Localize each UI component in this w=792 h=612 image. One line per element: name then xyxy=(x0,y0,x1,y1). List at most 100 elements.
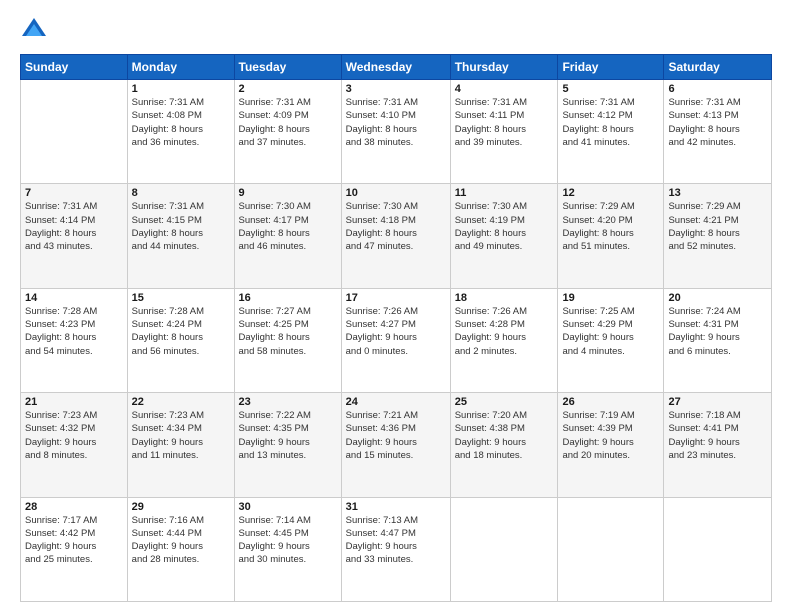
calendar-cell: 30Sunrise: 7:14 AM Sunset: 4:45 PM Dayli… xyxy=(234,497,341,601)
calendar-cell: 27Sunrise: 7:18 AM Sunset: 4:41 PM Dayli… xyxy=(664,393,772,497)
day-number: 24 xyxy=(346,396,446,408)
calendar-cell: 8Sunrise: 7:31 AM Sunset: 4:15 PM Daylig… xyxy=(127,184,234,288)
calendar-cell: 6Sunrise: 7:31 AM Sunset: 4:13 PM Daylig… xyxy=(664,80,772,184)
calendar-cell: 11Sunrise: 7:30 AM Sunset: 4:19 PM Dayli… xyxy=(450,184,558,288)
calendar-day-header: Tuesday xyxy=(234,55,341,80)
calendar-day-header: Friday xyxy=(558,55,664,80)
day-info: Sunrise: 7:25 AM Sunset: 4:29 PM Dayligh… xyxy=(562,305,659,358)
calendar-cell: 12Sunrise: 7:29 AM Sunset: 4:20 PM Dayli… xyxy=(558,184,664,288)
calendar-week-row: 28Sunrise: 7:17 AM Sunset: 4:42 PM Dayli… xyxy=(21,497,772,601)
calendar-cell: 2Sunrise: 7:31 AM Sunset: 4:09 PM Daylig… xyxy=(234,80,341,184)
day-info: Sunrise: 7:30 AM Sunset: 4:17 PM Dayligh… xyxy=(239,200,337,253)
day-number: 3 xyxy=(346,83,446,95)
day-number: 27 xyxy=(668,396,767,408)
calendar-cell: 15Sunrise: 7:28 AM Sunset: 4:24 PM Dayli… xyxy=(127,288,234,392)
calendar-week-row: 7Sunrise: 7:31 AM Sunset: 4:14 PM Daylig… xyxy=(21,184,772,288)
day-number: 22 xyxy=(132,396,230,408)
calendar-day-header: Monday xyxy=(127,55,234,80)
day-number: 4 xyxy=(455,83,554,95)
day-info: Sunrise: 7:28 AM Sunset: 4:23 PM Dayligh… xyxy=(25,305,123,358)
calendar-cell: 20Sunrise: 7:24 AM Sunset: 4:31 PM Dayli… xyxy=(664,288,772,392)
day-number: 11 xyxy=(455,187,554,199)
calendar-cell: 22Sunrise: 7:23 AM Sunset: 4:34 PM Dayli… xyxy=(127,393,234,497)
day-number: 26 xyxy=(562,396,659,408)
day-number: 13 xyxy=(668,187,767,199)
day-info: Sunrise: 7:31 AM Sunset: 4:15 PM Dayligh… xyxy=(132,200,230,253)
calendar-cell: 19Sunrise: 7:25 AM Sunset: 4:29 PM Dayli… xyxy=(558,288,664,392)
day-number: 21 xyxy=(25,396,123,408)
day-number: 28 xyxy=(25,501,123,513)
day-number: 7 xyxy=(25,187,123,199)
day-number: 9 xyxy=(239,187,337,199)
calendar-cell: 18Sunrise: 7:26 AM Sunset: 4:28 PM Dayli… xyxy=(450,288,558,392)
day-info: Sunrise: 7:29 AM Sunset: 4:21 PM Dayligh… xyxy=(668,200,767,253)
calendar-cell xyxy=(664,497,772,601)
calendar-cell: 31Sunrise: 7:13 AM Sunset: 4:47 PM Dayli… xyxy=(341,497,450,601)
day-number: 2 xyxy=(239,83,337,95)
calendar-day-header: Thursday xyxy=(450,55,558,80)
calendar-cell: 23Sunrise: 7:22 AM Sunset: 4:35 PM Dayli… xyxy=(234,393,341,497)
calendar-cell: 29Sunrise: 7:16 AM Sunset: 4:44 PM Dayli… xyxy=(127,497,234,601)
day-info: Sunrise: 7:23 AM Sunset: 4:32 PM Dayligh… xyxy=(25,409,123,462)
day-info: Sunrise: 7:13 AM Sunset: 4:47 PM Dayligh… xyxy=(346,514,446,567)
day-number: 8 xyxy=(132,187,230,199)
day-number: 1 xyxy=(132,83,230,95)
calendar-cell: 17Sunrise: 7:26 AM Sunset: 4:27 PM Dayli… xyxy=(341,288,450,392)
calendar-cell: 28Sunrise: 7:17 AM Sunset: 4:42 PM Dayli… xyxy=(21,497,128,601)
day-number: 25 xyxy=(455,396,554,408)
calendar: SundayMondayTuesdayWednesdayThursdayFrid… xyxy=(20,54,772,602)
day-number: 23 xyxy=(239,396,337,408)
calendar-day-header: Wednesday xyxy=(341,55,450,80)
calendar-cell: 5Sunrise: 7:31 AM Sunset: 4:12 PM Daylig… xyxy=(558,80,664,184)
day-info: Sunrise: 7:19 AM Sunset: 4:39 PM Dayligh… xyxy=(562,409,659,462)
day-info: Sunrise: 7:17 AM Sunset: 4:42 PM Dayligh… xyxy=(25,514,123,567)
day-info: Sunrise: 7:26 AM Sunset: 4:28 PM Dayligh… xyxy=(455,305,554,358)
day-info: Sunrise: 7:31 AM Sunset: 4:12 PM Dayligh… xyxy=(562,96,659,149)
calendar-cell: 10Sunrise: 7:30 AM Sunset: 4:18 PM Dayli… xyxy=(341,184,450,288)
day-number: 15 xyxy=(132,292,230,304)
day-number: 5 xyxy=(562,83,659,95)
day-info: Sunrise: 7:29 AM Sunset: 4:20 PM Dayligh… xyxy=(562,200,659,253)
day-info: Sunrise: 7:16 AM Sunset: 4:44 PM Dayligh… xyxy=(132,514,230,567)
calendar-day-header: Saturday xyxy=(664,55,772,80)
day-number: 6 xyxy=(668,83,767,95)
calendar-cell: 1Sunrise: 7:31 AM Sunset: 4:08 PM Daylig… xyxy=(127,80,234,184)
day-number: 14 xyxy=(25,292,123,304)
day-number: 29 xyxy=(132,501,230,513)
day-info: Sunrise: 7:22 AM Sunset: 4:35 PM Dayligh… xyxy=(239,409,337,462)
calendar-day-header: Sunday xyxy=(21,55,128,80)
calendar-cell xyxy=(558,497,664,601)
day-info: Sunrise: 7:31 AM Sunset: 4:13 PM Dayligh… xyxy=(668,96,767,149)
calendar-header-row: SundayMondayTuesdayWednesdayThursdayFrid… xyxy=(21,55,772,80)
page: SundayMondayTuesdayWednesdayThursdayFrid… xyxy=(0,0,792,612)
logo-icon xyxy=(20,16,48,44)
day-info: Sunrise: 7:23 AM Sunset: 4:34 PM Dayligh… xyxy=(132,409,230,462)
day-info: Sunrise: 7:27 AM Sunset: 4:25 PM Dayligh… xyxy=(239,305,337,358)
day-info: Sunrise: 7:24 AM Sunset: 4:31 PM Dayligh… xyxy=(668,305,767,358)
calendar-cell: 7Sunrise: 7:31 AM Sunset: 4:14 PM Daylig… xyxy=(21,184,128,288)
day-number: 17 xyxy=(346,292,446,304)
day-number: 10 xyxy=(346,187,446,199)
calendar-cell xyxy=(450,497,558,601)
calendar-cell xyxy=(21,80,128,184)
day-info: Sunrise: 7:26 AM Sunset: 4:27 PM Dayligh… xyxy=(346,305,446,358)
day-info: Sunrise: 7:30 AM Sunset: 4:18 PM Dayligh… xyxy=(346,200,446,253)
day-info: Sunrise: 7:31 AM Sunset: 4:11 PM Dayligh… xyxy=(455,96,554,149)
day-number: 19 xyxy=(562,292,659,304)
calendar-cell: 24Sunrise: 7:21 AM Sunset: 4:36 PM Dayli… xyxy=(341,393,450,497)
calendar-cell: 14Sunrise: 7:28 AM Sunset: 4:23 PM Dayli… xyxy=(21,288,128,392)
calendar-cell: 9Sunrise: 7:30 AM Sunset: 4:17 PM Daylig… xyxy=(234,184,341,288)
day-info: Sunrise: 7:14 AM Sunset: 4:45 PM Dayligh… xyxy=(239,514,337,567)
day-info: Sunrise: 7:21 AM Sunset: 4:36 PM Dayligh… xyxy=(346,409,446,462)
day-number: 30 xyxy=(239,501,337,513)
day-info: Sunrise: 7:31 AM Sunset: 4:08 PM Dayligh… xyxy=(132,96,230,149)
day-number: 12 xyxy=(562,187,659,199)
calendar-cell: 25Sunrise: 7:20 AM Sunset: 4:38 PM Dayli… xyxy=(450,393,558,497)
day-info: Sunrise: 7:18 AM Sunset: 4:41 PM Dayligh… xyxy=(668,409,767,462)
calendar-week-row: 14Sunrise: 7:28 AM Sunset: 4:23 PM Dayli… xyxy=(21,288,772,392)
logo xyxy=(20,16,52,44)
day-number: 16 xyxy=(239,292,337,304)
day-info: Sunrise: 7:31 AM Sunset: 4:10 PM Dayligh… xyxy=(346,96,446,149)
calendar-cell: 26Sunrise: 7:19 AM Sunset: 4:39 PM Dayli… xyxy=(558,393,664,497)
calendar-cell: 4Sunrise: 7:31 AM Sunset: 4:11 PM Daylig… xyxy=(450,80,558,184)
